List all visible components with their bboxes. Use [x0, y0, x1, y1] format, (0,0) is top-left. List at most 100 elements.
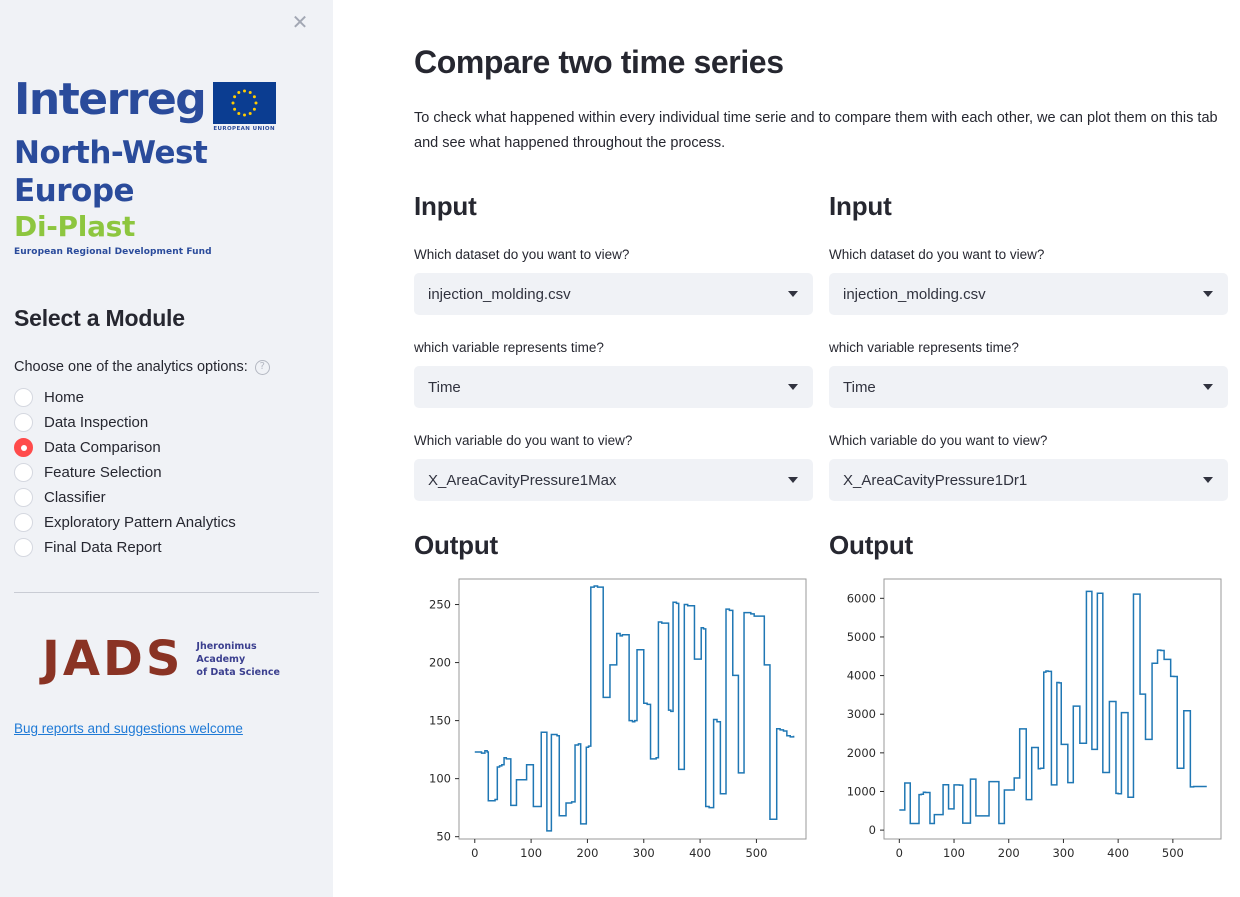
svg-text:200: 200: [576, 846, 598, 860]
eu-flag-group: EUROPEAN UNION: [205, 78, 277, 132]
left-dataset-label: Which dataset do you want to view?: [414, 247, 630, 262]
main-content: Compare two time series To check what ha…: [333, 0, 1240, 897]
svg-text:300: 300: [1052, 846, 1074, 860]
close-sidebar-icon[interactable]: ✕: [289, 12, 311, 34]
radio-icon: [14, 413, 33, 432]
choose-option-row: Choose one of the analytics options: ?: [14, 359, 319, 375]
svg-text:5000: 5000: [847, 630, 876, 644]
svg-text:150: 150: [429, 714, 451, 728]
right-timeseries-chart: 0 1000 2000 3000 4000 5000 6000 0 100 200 300 400 50…: [847, 578, 1222, 860]
svg-text:100: 100: [429, 772, 451, 786]
right-chart-container: 0 1000 2000 3000 4000 5000 6000 0 100 200 300 400 50…: [829, 575, 1228, 873]
left-dataset-value: injection_molding.csv: [428, 285, 571, 303]
choose-option-label: Choose one of the analytics options:: [14, 359, 248, 375]
sidebar-item-classifier[interactable]: Classifier: [14, 485, 319, 510]
chevron-down-icon: [788, 477, 798, 483]
sidebar-item-label: Data Comparison: [44, 439, 161, 456]
sidebar-item-final-data-report[interactable]: Final Data Report: [14, 535, 319, 560]
svg-text:1000: 1000: [847, 784, 876, 798]
left-variable-select[interactable]: X_AreaCavityPressure1Max: [414, 459, 813, 501]
svg-text:0: 0: [869, 823, 876, 837]
right-time-label: which variable represents time?: [829, 340, 1019, 355]
module-radio-group[interactable]: Home Data Inspection Data Comparison Fea…: [14, 385, 319, 560]
chevron-down-icon: [788, 384, 798, 390]
left-timeseries-chart: 50 100 150 200 250 0 100 200 300 400 500: [429, 578, 807, 860]
svg-text:500: 500: [745, 846, 767, 860]
right-variable-value: X_AreaCavityPressure1Dr1: [843, 471, 1028, 489]
sidebar-item-feature-selection[interactable]: Feature Selection: [14, 460, 319, 485]
sidebar-item-home[interactable]: Home: [14, 385, 319, 410]
sidebar-item-label: Exploratory Pattern Analytics: [44, 514, 236, 531]
svg-text:100: 100: [520, 846, 542, 860]
radio-icon: [14, 488, 33, 507]
chevron-down-icon: [1203, 477, 1213, 483]
page-title: Compare two time series: [414, 44, 784, 80]
jads-tagline-line-2: Academy: [196, 653, 246, 665]
interreg-logo: Interreg EUROPEAN UNION North-West Europ…: [14, 78, 319, 257]
svg-text:3000: 3000: [847, 707, 876, 721]
comparison-columns: Input Which dataset do you want to view?…: [414, 190, 1228, 873]
left-time-select[interactable]: Time: [414, 366, 813, 408]
sidebar-item-data-comparison[interactable]: Data Comparison: [14, 435, 319, 460]
svg-text:0: 0: [896, 846, 903, 860]
sidebar-item-data-inspection[interactable]: Data Inspection: [14, 410, 319, 435]
right-dataset-label: Which dataset do you want to view?: [829, 247, 1045, 262]
eu-flag-icon: [213, 82, 277, 124]
right-variable-label: Which variable do you want to view?: [829, 433, 1048, 448]
chevron-down-icon: [1203, 291, 1213, 297]
jads-tagline-line-3: of Data Science: [196, 666, 280, 678]
sidebar-item-label: Home: [44, 389, 85, 406]
eu-stars-icon: [231, 89, 258, 117]
radio-icon: [14, 463, 33, 482]
svg-text:6000: 6000: [847, 591, 876, 605]
chevron-down-icon: [788, 291, 798, 297]
radio-icon: [14, 388, 33, 407]
bug-report-link[interactable]: Bug reports and suggestions welcome: [14, 721, 243, 736]
right-time-select[interactable]: Time: [829, 366, 1228, 408]
app-root: ✕ Interreg EUROPEAN UNION North-West Eur…: [0, 0, 1240, 897]
left-chart-container: 50 100 150 200 250 0 100 200 300 400 500: [414, 575, 813, 873]
svg-text:400: 400: [1107, 846, 1129, 860]
sidebar-item-label: Classifier: [44, 489, 106, 506]
sidebar-item-label: Final Data Report: [44, 539, 162, 556]
north-west-europe-wordmark: North-West Europe: [14, 135, 208, 209]
jads-tagline-line-1: Jheronimus: [196, 640, 257, 652]
svg-text:250: 250: [429, 598, 451, 612]
chevron-down-icon: [1203, 384, 1213, 390]
right-output-heading: Output: [829, 530, 913, 560]
jads-tagline: Jheronimus Academy of Data Science: [196, 640, 280, 679]
jads-wordmark: JADS: [42, 631, 184, 687]
left-variable-value: X_AreaCavityPressure1Max: [428, 471, 617, 489]
interreg-wordmark: Interreg: [14, 74, 207, 125]
svg-text:200: 200: [429, 656, 451, 670]
right-input-heading: Input: [829, 191, 892, 221]
di-plast-wordmark: Di-Plast: [14, 210, 136, 243]
sidebar-item-label: Feature Selection: [44, 464, 162, 481]
radio-icon-selected: [14, 438, 33, 457]
help-icon[interactable]: ?: [254, 359, 270, 375]
sidebar-item-label: Data Inspection: [44, 414, 149, 431]
svg-text:500: 500: [1162, 846, 1184, 860]
svg-text:50: 50: [436, 830, 451, 844]
svg-text:0: 0: [471, 846, 478, 860]
right-dataset-select[interactable]: injection_molding.csv: [829, 273, 1228, 315]
svg-text:200: 200: [998, 846, 1020, 860]
right-series-column: Input Which dataset do you want to view?…: [829, 190, 1228, 873]
left-series-column: Input Which dataset do you want to view?…: [414, 190, 813, 873]
eu-caption: EUROPEAN UNION: [213, 126, 276, 132]
page-description: To check what happened within every indi…: [414, 110, 1218, 151]
svg-text:300: 300: [633, 846, 655, 860]
svg-text:2000: 2000: [847, 746, 876, 760]
radio-icon: [14, 513, 33, 532]
right-time-value: Time: [843, 378, 876, 396]
left-output-heading: Output: [414, 530, 498, 560]
right-variable-select[interactable]: X_AreaCavityPressure1Dr1: [829, 459, 1228, 501]
svg-text:4000: 4000: [847, 669, 876, 683]
interreg-logo-top-row: Interreg EUROPEAN UNION: [14, 78, 319, 132]
sidebar-item-exploratory-pattern-analytics[interactable]: Exploratory Pattern Analytics: [14, 510, 319, 535]
svg-text:400: 400: [689, 846, 711, 860]
left-time-label: which variable represents time?: [414, 340, 604, 355]
left-time-value: Time: [428, 378, 461, 396]
svg-text:100: 100: [943, 846, 965, 860]
left-dataset-select[interactable]: injection_molding.csv: [414, 273, 813, 315]
